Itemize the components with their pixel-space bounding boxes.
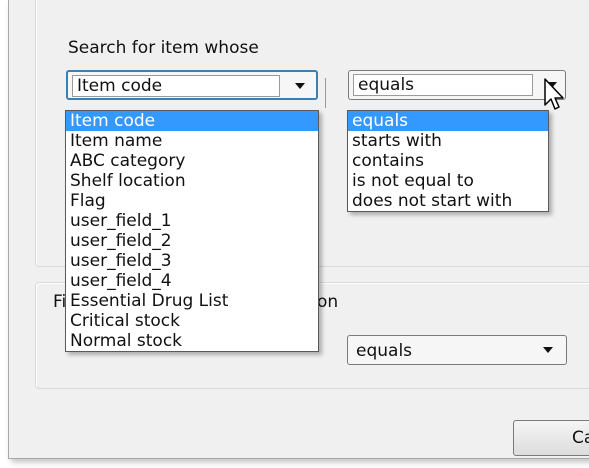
search-field-select[interactable]: Item code <box>66 70 318 100</box>
mouse-cursor-icon <box>544 78 564 110</box>
field-dropdown-list[interactable]: Item code Item name ABC category Shelf loca… <box>65 110 319 352</box>
field-option[interactable]: user_field_1 <box>66 211 318 231</box>
field-option[interactable]: Shelf location <box>66 171 318 191</box>
field-option[interactable]: Essential Drug List <box>66 291 318 311</box>
operator-option[interactable]: does not start with <box>348 191 548 211</box>
filter-label-right: on <box>317 292 339 312</box>
field-option[interactable]: Item code <box>66 111 318 131</box>
field-option[interactable]: Item name <box>66 131 318 151</box>
operator-option[interactable]: contains <box>348 151 548 171</box>
cancel-button[interactable]: Ca <box>513 420 589 456</box>
operator-dropdown-list[interactable]: equals starts with contains is not equal to… <box>347 110 549 212</box>
filter-operator-select[interactable]: equals <box>347 335 567 365</box>
search-operator-select[interactable]: equals <box>348 70 566 100</box>
search-field-value: Item code <box>72 75 280 97</box>
search-operator-value: equals <box>353 74 533 96</box>
operator-option[interactable]: is not equal to <box>348 171 548 191</box>
divider <box>325 78 326 108</box>
filter-operator-value: equals <box>356 341 413 361</box>
chevron-down-icon[interactable] <box>543 347 553 353</box>
field-option[interactable]: ABC category <box>66 151 318 171</box>
field-option[interactable]: Critical stock <box>66 311 318 331</box>
field-option[interactable]: user_field_4 <box>66 271 318 291</box>
field-option[interactable]: user_field_2 <box>66 231 318 251</box>
operator-option[interactable]: starts with <box>348 131 548 151</box>
field-option[interactable]: user_field_3 <box>66 251 318 271</box>
operator-option[interactable]: equals <box>348 111 548 131</box>
chevron-down-icon[interactable] <box>295 83 305 89</box>
search-label: Search for item whose <box>68 38 259 58</box>
field-option[interactable]: Flag <box>66 191 318 211</box>
field-option[interactable]: Normal stock <box>66 331 318 351</box>
